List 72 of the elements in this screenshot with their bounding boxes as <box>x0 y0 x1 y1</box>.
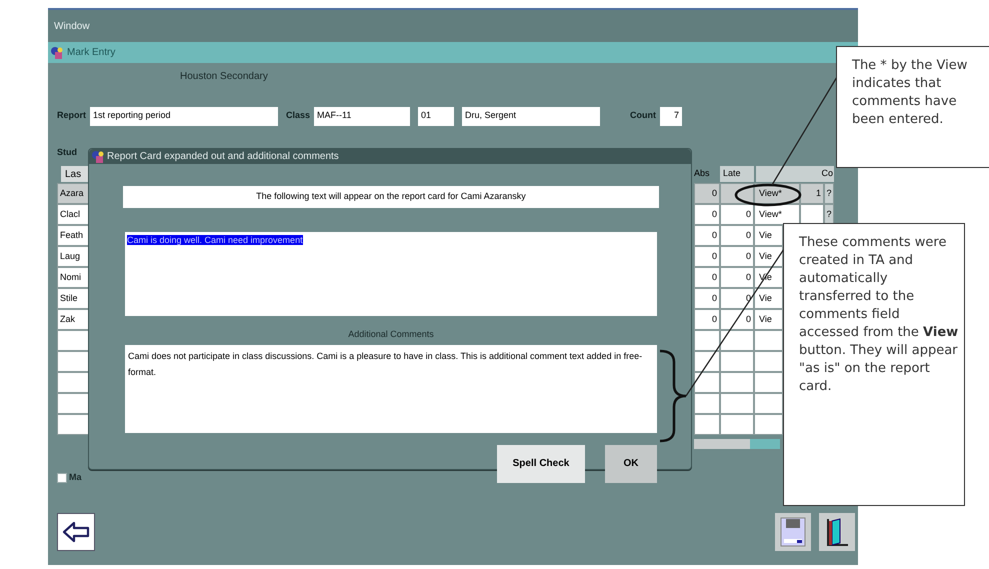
column-header: Co <box>800 166 834 182</box>
view-button[interactable]: Vie <box>754 288 783 309</box>
table-cell: 0 <box>720 309 754 330</box>
field-label: Count <box>630 109 656 122</box>
callout-note: These comments were created in TA and automatically transferred to the comments field accessed from the View button. They will appear "as is" on the report card. <box>783 223 965 506</box>
school-name: Houston Secondary <box>180 70 269 84</box>
table-cell <box>694 372 720 393</box>
report-text: Cami is doing well. Cami need improvement <box>127 235 303 245</box>
view-button[interactable] <box>754 330 783 351</box>
view-button[interactable] <box>754 372 783 393</box>
additional-comments-area[interactable]: Cami does not participate in class discussions. Cami is a pleasure to have in class. This is additional comment text added in free-format. <box>125 344 657 432</box>
report-text-area[interactable]: Cami is doing well. Cami need improvement <box>125 232 657 316</box>
table-cell <box>694 351 720 372</box>
table-cell: 0 <box>720 204 754 225</box>
app-icon <box>91 150 105 164</box>
view-button[interactable] <box>754 351 783 372</box>
app-icon <box>50 46 64 60</box>
table-cell <box>720 414 754 435</box>
table-cell <box>720 372 754 393</box>
table-cell: 0 <box>694 309 720 330</box>
door-icon <box>824 516 850 546</box>
menu-item[interactable]: Window <box>54 18 90 34</box>
window-title: Mark Entry <box>67 46 116 60</box>
table-cell <box>694 393 720 414</box>
table-cell: 0 <box>694 183 720 204</box>
ok-button[interactable]: OK <box>605 444 657 482</box>
table-cell <box>694 330 720 351</box>
left-arrow-icon <box>62 520 90 542</box>
table-cell: 0 <box>694 246 720 267</box>
column-header: Abs <box>694 167 711 180</box>
table-cell: 0 <box>720 225 754 246</box>
dialog-title: Report Card expanded out and additional comments <box>107 150 339 164</box>
table-cell: 0 <box>694 288 720 309</box>
table-cell: 1 <box>800 183 824 204</box>
view-button[interactable]: Vie <box>754 246 783 267</box>
field-label: Class <box>286 109 310 122</box>
table-cell: 0 <box>694 267 720 288</box>
checkbox[interactable] <box>57 472 67 483</box>
column-header: Late <box>720 166 754 182</box>
text-field[interactable]: Dru, Sergent <box>462 106 600 126</box>
checkbox-label: Ma <box>69 471 82 484</box>
section-label: Stud <box>57 146 77 158</box>
text-field[interactable]: 1st reporting period <box>90 106 278 126</box>
text-field[interactable]: 7 <box>660 106 682 126</box>
table-cell: 0 <box>720 246 754 267</box>
view-button[interactable]: Vie <box>754 309 783 330</box>
highlight-ellipse <box>734 184 802 206</box>
column-header <box>756 166 800 182</box>
table-cell <box>694 414 720 435</box>
table-cell <box>720 393 754 414</box>
view-button[interactable]: Vie <box>754 225 783 246</box>
exit-button[interactable] <box>819 512 855 550</box>
spell-check-button[interactable]: Spell Check <box>497 444 585 482</box>
help-button[interactable]: ? <box>824 204 834 225</box>
heading-field: The following text will appear on the report card for Cami Azaransky <box>123 186 659 208</box>
table-cell <box>720 330 754 351</box>
table-cell <box>800 204 824 225</box>
back-button[interactable] <box>57 512 95 550</box>
field-label: Report <box>57 109 86 122</box>
callout-note: The * by the View indicates that comments have been entered. <box>836 46 989 168</box>
view-button[interactable]: View* <box>754 204 800 225</box>
table-cell <box>720 351 754 372</box>
view-button[interactable] <box>754 414 783 435</box>
help-button[interactable]: ? <box>824 183 834 204</box>
save-button[interactable] <box>775 512 811 550</box>
text-field[interactable]: 01 <box>418 106 454 126</box>
table-cell: 0 <box>720 267 754 288</box>
additional-comments-label: Additional Comments <box>347 328 435 341</box>
table-cell: 0 <box>694 225 720 246</box>
table-cell: 0 <box>694 204 720 225</box>
text-field[interactable]: MAF--11 <box>314 106 410 126</box>
view-button[interactable] <box>754 393 783 414</box>
